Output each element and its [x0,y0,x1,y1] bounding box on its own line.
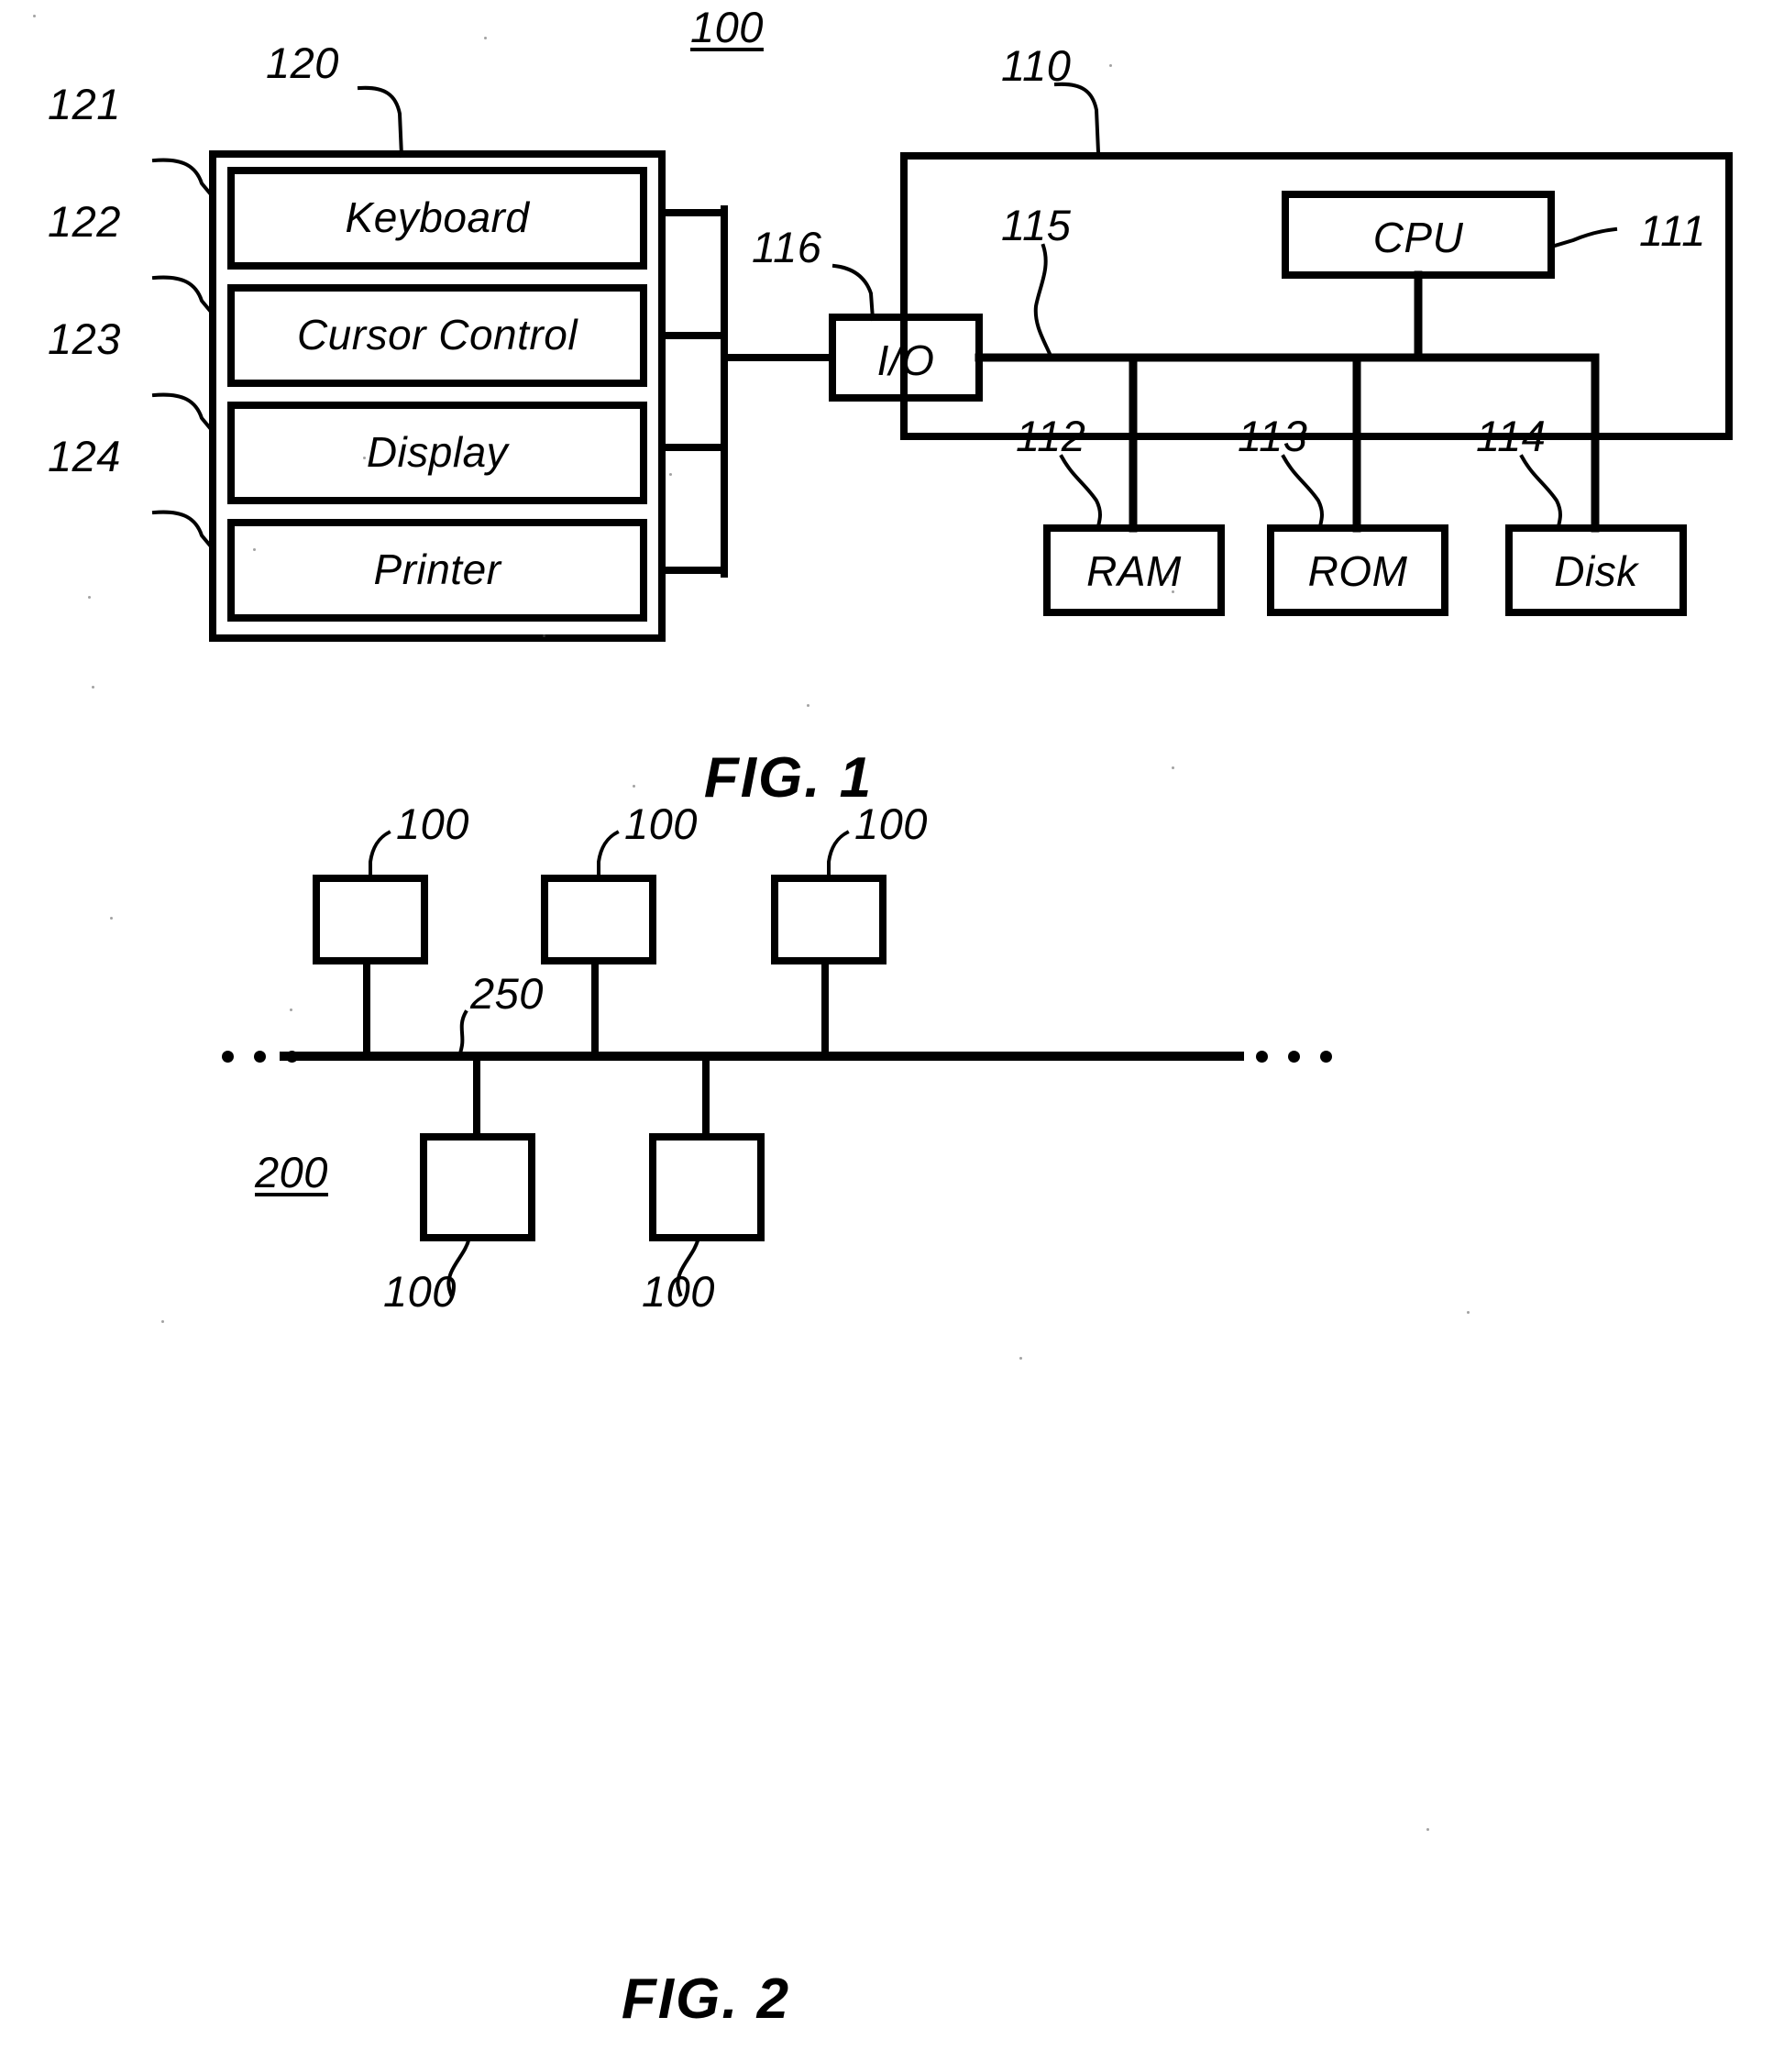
computer-enclosure [900,152,1733,440]
fig1-ref-115: 115 [1001,201,1072,249]
fig2-ref-bottom-2: 100 [642,1267,715,1316]
scan-speck [807,704,809,707]
rom-label: ROM [1307,547,1408,595]
fig1-ref-110: 110 [1001,41,1072,90]
fig1-ref-120: 120 [266,39,339,87]
fig2-network-ref: 200 [255,1148,328,1196]
diagram-vector-layer [151,82,1733,1297]
leader-116 [831,263,875,322]
leader-114 [1519,454,1562,529]
fig1-ref-111: 111 [1639,206,1706,255]
printer-label: Printer [373,546,501,593]
fig2-node-bottom-2 [649,1133,765,1241]
scan-speck [484,37,487,39]
fig2-ellipsis-left [222,1051,298,1063]
scan-speck [161,1320,164,1323]
patent-drawing-sheet: 100 120 121 122 123 124 Keyboard Cursor … [0,0,1773,2072]
display-label: Display [366,428,509,476]
fig1-system-ref: 100 [690,3,764,51]
scan-speck [1166,576,1169,579]
fig2-leader-top-1 [369,830,391,878]
scan-speck [669,473,672,476]
fig1-ref-121: 121 [48,80,121,128]
fig1-ref-116: 116 [752,223,822,271]
fig2-ref-250: 250 [470,969,544,1018]
disk-label: Disk [1554,547,1638,595]
scan-speck [88,596,91,599]
fig2-node-bottom-1 [420,1133,535,1241]
io-label: I/O [876,336,935,384]
fig1-ref-122: 122 [48,197,121,246]
leader-124 [151,510,214,549]
ram-label: RAM [1086,547,1182,595]
leader-112 [1059,454,1102,529]
fig2-ref-bottom-1: 100 [383,1267,457,1316]
fig1-ref-114: 114 [1476,412,1547,460]
fig1-caption: FIG. 1 [703,746,874,810]
fig2-caption: FIG. 2 [621,1967,791,2031]
scan-speck [290,1008,292,1011]
leader-121 [151,158,214,197]
fig2-ref-top-3: 100 [854,799,928,848]
fig2-leader-250 [457,1009,468,1057]
fig1-ref-113: 113 [1238,412,1308,460]
fig2-leader-top-2 [597,830,620,878]
fig2-ellipsis-right [1256,1051,1332,1063]
fig1-ref-124: 124 [48,432,121,480]
scan-speck [633,785,635,788]
scan-speck [363,457,366,459]
fig2-leader-top-3 [827,830,850,878]
leader-120 [357,85,404,159]
leader-113 [1281,454,1324,529]
cursor-control-label: Cursor Control [296,311,578,358]
fig1-ref-123: 123 [48,314,121,363]
leader-111 [1552,226,1618,248]
scan-speck [33,15,36,17]
scan-speck [1172,590,1174,593]
fig2-ref-top-1: 100 [396,799,469,848]
scan-speck [1467,1311,1470,1314]
leader-122 [151,275,214,314]
scan-speck [543,634,545,637]
leader-115 [1033,243,1053,358]
fig2-node-top-1 [313,875,428,964]
fig2-node-top-2 [541,875,656,964]
leader-110 [1053,82,1101,155]
fig1-ref-112: 112 [1016,412,1086,460]
scan-speck [92,686,94,689]
scan-speck [253,548,256,551]
keyboard-label: Keyboard [345,193,530,241]
leader-123 [151,392,214,432]
scan-speck [1019,1357,1022,1360]
scan-speck [1426,1828,1429,1831]
fig2-ref-top-2: 100 [624,799,698,848]
scan-speck [1109,64,1112,67]
scan-speck [1172,766,1174,769]
fig2-node-top-3 [771,875,886,964]
scan-speck [110,917,113,920]
cpu-label: CPU [1372,214,1464,261]
